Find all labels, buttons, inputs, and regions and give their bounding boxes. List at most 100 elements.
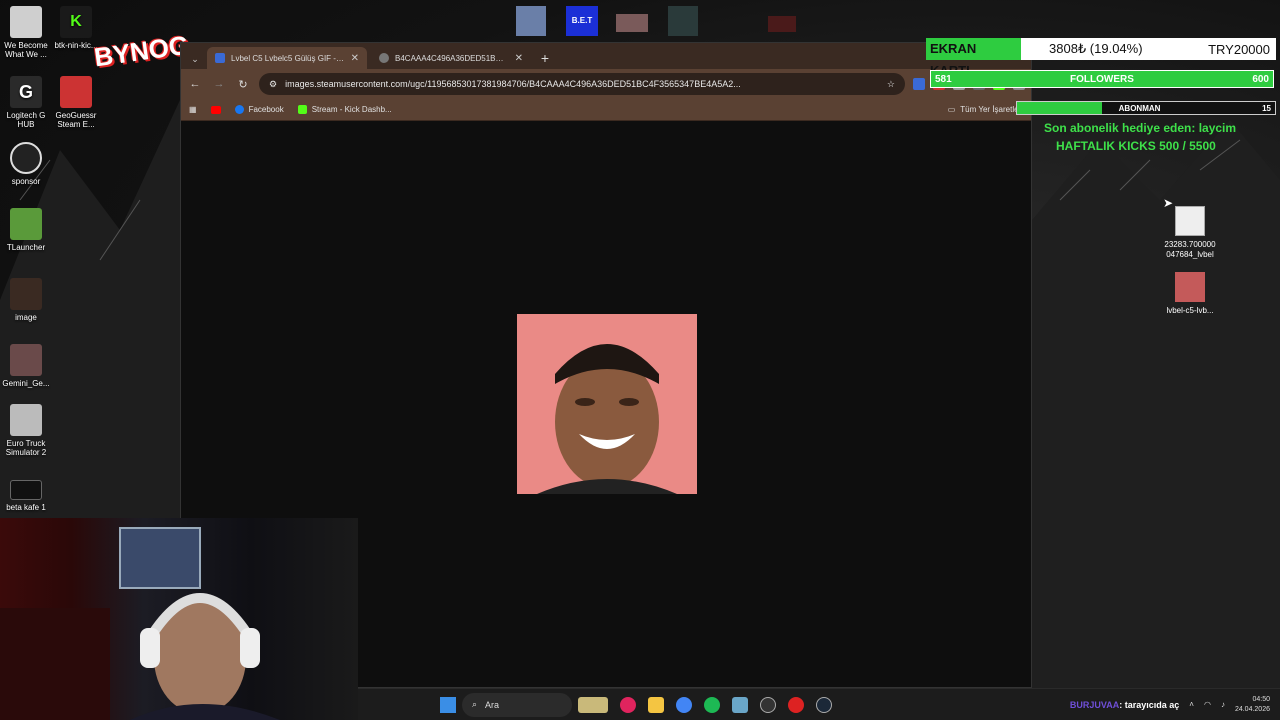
sponsor-icon <box>10 142 42 174</box>
steam-icon[interactable] <box>816 696 832 713</box>
desktop-icon-euro-truck[interactable]: Euro Truck Simulator 2 <box>0 404 52 457</box>
wifi-icon[interactable]: ◠ <box>1204 700 1211 709</box>
gpu-goal-label: EKRAN KARTI <box>926 38 1021 78</box>
desktop-icon-label: TLauncher <box>6 243 46 252</box>
desktop-icon-label: lvbel-c5-lvb... <box>1166 306 1214 315</box>
desktop-icon-label: image <box>15 313 37 322</box>
bookmark-label: Facebook <box>248 105 284 114</box>
desktop-icon-file[interactable]: 23283.700000 047684_lvbel <box>1160 206 1220 260</box>
taskbar: ⌕ Ara BURJUVAA: tarayıcıda aç ˄ ◠ ♪ 04:5… <box>358 688 1280 720</box>
media-player-icon[interactable] <box>620 696 636 713</box>
close-icon[interactable]: ✕ <box>351 53 359 64</box>
gif-favicon-icon <box>215 53 225 63</box>
bookmarks-bar: ▦ Facebook Stream - Kick Dashb... ▭ Tüm … <box>181 99 1031 121</box>
clock[interactable]: 04:50 24.04.2026 <box>1235 695 1270 715</box>
desktop-icon-label: GeoGuessr Steam E... <box>55 111 97 129</box>
geoguessr-icon <box>60 76 92 108</box>
address-bar[interactable]: ⚙ images.steamusercontent.com/ugc/119568… <box>259 73 905 95</box>
app-icon <box>10 6 42 38</box>
tab-lvbel-gif[interactable]: Lvbel C5 Lvbelc5 Gülüş GIF - Lvb ✕ <box>207 47 367 69</box>
top-thumbnail[interactable] <box>768 16 796 32</box>
tray-user: BURJUVAA <box>1069 699 1120 710</box>
gpu-goal-target: TRY20000 <box>1208 41 1270 57</box>
tab-image[interactable]: B4CAAA4C496A36DED51BC4F ✕ <box>371 47 531 69</box>
bookmark-facebook[interactable]: Facebook <box>234 105 284 114</box>
subscription-value: 15 <box>1262 103 1271 113</box>
youtube-icon[interactable] <box>210 105 221 114</box>
image-icon <box>10 344 42 376</box>
facebook-icon <box>234 105 244 114</box>
minecraft-icon <box>10 208 42 240</box>
image-file-icon <box>1175 206 1205 236</box>
followers-current: 581 <box>935 73 952 85</box>
weekly-kicks-text: HAFTALIK KICKS 500 / 5500 <box>1056 139 1216 153</box>
reload-icon[interactable]: ↻ <box>235 78 251 91</box>
tray-text: : tarayıcıda aç <box>1119 699 1180 710</box>
top-thumbnail[interactable]: B.E.T <box>566 6 598 36</box>
site-info-icon[interactable]: ⚙ <box>269 79 277 90</box>
followers-label: FOLLOWERS <box>1070 73 1134 85</box>
desktop-icon-label: beta kafe 1 <box>6 503 46 512</box>
laughing-man-gif <box>517 314 697 494</box>
desktop-icon-geoguessr[interactable]: GeoGuessr Steam E... <box>50 76 102 129</box>
desktop-icon-label: sponsor <box>11 177 41 186</box>
all-bookmarks[interactable]: ▭ Tüm Yer İşaretleri <box>948 105 1023 114</box>
image-icon <box>10 278 42 310</box>
volume-icon[interactable]: ♪ <box>1221 700 1225 709</box>
bookmark-label: Stream - Kick Dashb... <box>311 105 392 114</box>
top-thumbnail[interactable] <box>668 6 698 36</box>
top-thumbnail[interactable] <box>516 6 546 36</box>
kick-icon: K <box>60 6 92 38</box>
desktop-icon-we-become[interactable]: We Become What We ... <box>0 6 52 59</box>
image-file-icon <box>1175 272 1205 302</box>
spotify-icon[interactable] <box>704 696 720 713</box>
close-icon[interactable]: ✕ <box>515 53 523 64</box>
desktop-icon-lvbel[interactable]: lvbel-c5-lvb... <box>1160 272 1220 316</box>
taskbar-search[interactable]: ⌕ Ara <box>462 692 572 717</box>
windows-start-icon[interactable] <box>440 696 456 713</box>
new-tab-button[interactable]: + <box>535 47 555 69</box>
bookmark-star-icon[interactable]: ☆ <box>887 79 895 90</box>
taskbar-app-icon[interactable] <box>788 696 804 713</box>
clock-time: 04:50 <box>1252 695 1270 703</box>
desktop-icon-sponsor[interactable]: sponsor <box>0 142 52 186</box>
followers-goal: 600 <box>1252 73 1269 85</box>
apps-grid-icon[interactable]: ▦ <box>189 105 197 114</box>
tab-title: Lvbel C5 Lvbelc5 Gülüş GIF - Lvb <box>231 53 345 63</box>
gpu-goal-bar: EKRAN KARTI 3808₺ (19.04%) TRY20000 <box>926 38 1276 78</box>
obs-icon[interactable] <box>760 696 776 713</box>
followers-goal-bar: 581 FOLLOWERS 600 <box>930 70 1274 88</box>
desktop-icon-image[interactable]: image <box>0 278 52 322</box>
tab-strip: ⌄ Lvbel C5 Lvbelc5 Gülüş GIF - Lvb ✕ B4C… <box>181 43 1031 69</box>
desktop-icon-gemini[interactable]: Gemini_Ge... <box>0 344 52 388</box>
desktop-icon-logitech[interactable]: G Logitech G HUB <box>0 76 52 129</box>
desktop-icon-label: btk-nin-kic... <box>54 41 98 50</box>
subscription-label: ABONMAN <box>1118 103 1161 113</box>
file-explorer-icon[interactable] <box>648 696 664 713</box>
desktop-icon-label: Gemini_Ge... <box>2 379 50 388</box>
tray-notification[interactable]: BURJUVAA: tarayıcıda aç <box>1070 700 1179 710</box>
truck-icon <box>10 404 42 436</box>
system-tray: BURJUVAA: tarayıcıda aç ˄ ◠ ♪ 04:50 24.0… <box>1070 695 1280 715</box>
browser-toolbar: ← → ↻ ⚙ images.steamusercontent.com/ugc/… <box>181 69 1031 99</box>
taskbar-app-icon[interactable] <box>732 696 748 713</box>
all-bookmarks-label: Tüm Yer İşaretleri <box>960 105 1023 114</box>
tab-search-icon[interactable]: ⌄ <box>187 49 203 69</box>
mouse-cursor-icon: ➤ <box>1163 196 1174 210</box>
top-thumbnail[interactable] <box>616 14 648 32</box>
chevron-up-icon[interactable]: ˄ <box>1189 700 1194 709</box>
kick-icon <box>297 105 307 114</box>
folder-icon: ▭ <box>947 105 956 114</box>
video-file-icon <box>10 480 42 500</box>
desktop-icon-tlauncher[interactable]: TLauncher <box>0 208 52 252</box>
back-icon[interactable]: ← <box>187 78 203 90</box>
logitech-icon: G <box>10 76 42 108</box>
desktop-icon-beta-kafe[interactable]: beta kafe 1 <box>0 480 52 512</box>
chrome-icon[interactable] <box>676 696 692 713</box>
search-icon: ⌕ <box>472 699 478 709</box>
tab-title: B4CAAA4C496A36DED51BC4F <box>395 53 509 63</box>
bookmark-kick[interactable]: Stream - Kick Dashb... <box>297 105 392 114</box>
forward-icon[interactable]: → <box>211 78 227 90</box>
taskbar-app-icon[interactable] <box>578 696 608 713</box>
extension-icon[interactable] <box>913 78 925 90</box>
